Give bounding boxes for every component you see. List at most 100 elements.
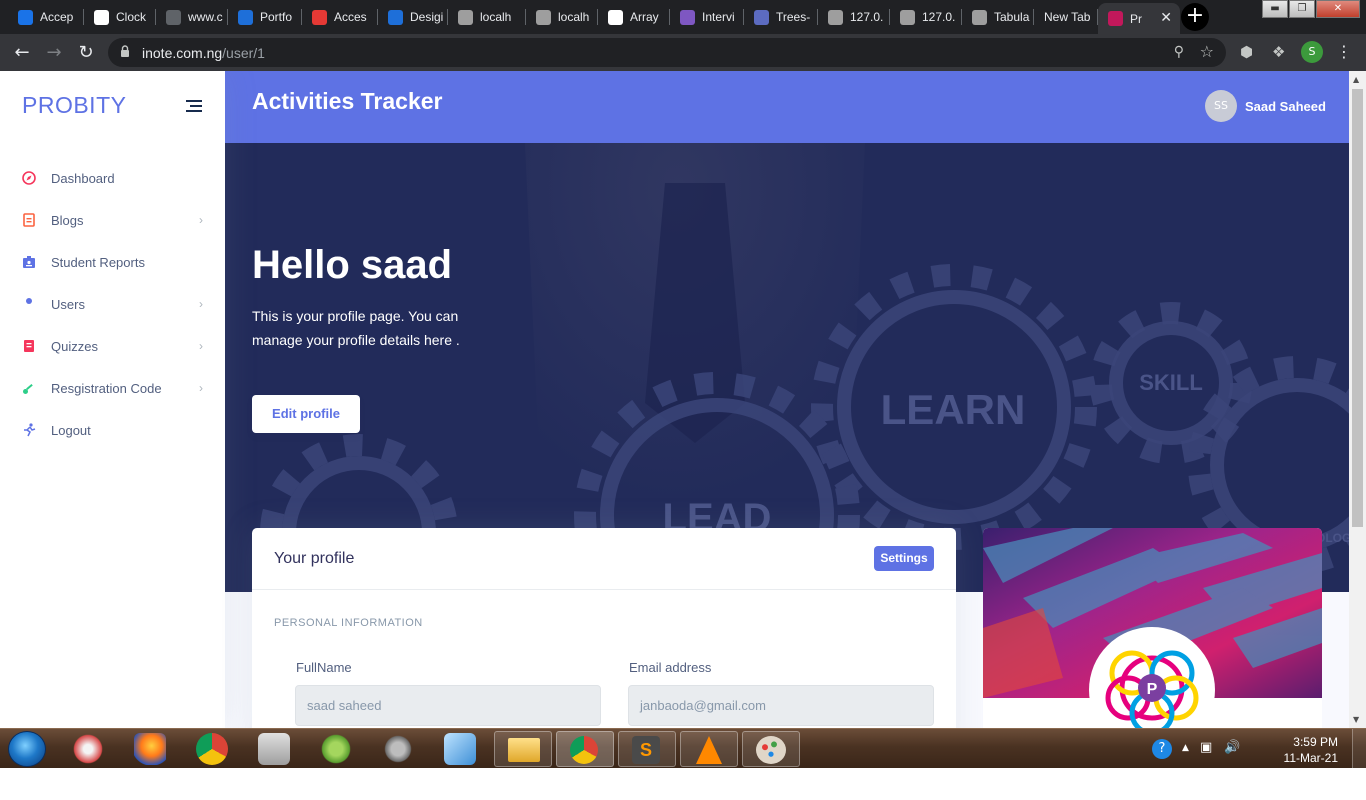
browser-tab[interactable]: 127.0. — [818, 3, 890, 31]
page-scrollbar[interactable]: ▲ ▼ — [1349, 71, 1366, 728]
forward-arrow-icon[interactable]: → — [43, 42, 65, 64]
snipping-tool-icon[interactable] — [72, 733, 104, 765]
start-button[interactable] — [8, 731, 46, 767]
windows-taskbar: S ? ▲ ▣ 🔊 3:59 PM 11-Mar-21 — [0, 728, 1366, 769]
browser-tab[interactable]: Pr ✕ — [1098, 3, 1180, 34]
tab-title: localh — [480, 10, 512, 24]
sidebar-toggle-icon[interactable] — [186, 100, 202, 115]
show-desktop-button[interactable] — [1352, 729, 1366, 769]
tab-favicon-icon — [166, 9, 181, 25]
bookmark-star-icon[interactable]: ☆ — [1200, 42, 1214, 61]
maximize-button[interactable]: ❐ — [1289, 0, 1315, 18]
tab-title: Portfo — [260, 10, 293, 24]
app-icon-2[interactable] — [320, 733, 352, 765]
browser-tab[interactable]: Desigi — [378, 3, 448, 31]
browser-tab[interactable]: Acces — [302, 3, 378, 31]
sidebar: PROBITY Dashboard Blogs › Student Reports Us… — [0, 71, 225, 728]
tab-favicon-icon — [1108, 11, 1123, 26]
browser-tab[interactable]: New Tab — [1034, 3, 1098, 31]
browser-tab[interactable]: Trees- — [744, 3, 818, 31]
app-icon-4[interactable] — [444, 733, 476, 765]
browser-tab[interactable]: Accep — [8, 3, 84, 31]
app-icon-3[interactable] — [382, 733, 414, 765]
browser-tab[interactable]: 127.0. — [890, 3, 962, 31]
volume-icon[interactable]: 🔊 — [1224, 740, 1240, 755]
sidebar-item-label: Student Reports — [51, 254, 145, 270]
clock-time: 3:59 PM — [1293, 735, 1338, 749]
sidebar-item-blogs[interactable]: Blogs › — [0, 199, 225, 241]
sidebar-nav: Dashboard Blogs › Student Reports Users › Quiz… — [0, 157, 225, 451]
user-name[interactable]: Saad Saheed — [1245, 99, 1326, 114]
tab-title: Intervi — [702, 10, 735, 24]
email-field[interactable]: janbaoda@gmail.com — [628, 685, 934, 726]
vlc-taskbar-button[interactable] — [680, 731, 738, 767]
tab-favicon-icon — [458, 9, 473, 25]
system-tray: ? ▲ ▣ 🔊 3:59 PM 11-Mar-21 — [1136, 729, 1366, 769]
close-window-button[interactable]: ✕ — [1316, 0, 1360, 18]
side-card-logo-letter: P — [1147, 681, 1158, 698]
user-avatar[interactable]: SS — [1205, 90, 1237, 122]
tab-favicon-icon — [828, 9, 843, 25]
sidebar-item-resgistration-code[interactable]: Resgistration Code › — [0, 367, 225, 409]
sidebar-item-users[interactable]: Users › — [0, 283, 225, 325]
scroll-down-arrow-icon[interactable]: ▼ — [1353, 715, 1359, 724]
browser-tab[interactable]: Intervi — [670, 3, 744, 31]
fullname-field[interactable]: saad saheed — [295, 685, 601, 726]
chrome-taskbar-button[interactable] — [556, 731, 614, 767]
tab-title: Tabula — [994, 10, 1030, 24]
key-icon — [22, 381, 36, 395]
firefox-icon[interactable] — [134, 733, 166, 765]
sublime-taskbar-button[interactable]: S — [618, 731, 676, 767]
browser-tab[interactable]: localh — [526, 3, 598, 31]
browser-tab[interactable]: www.c — [156, 3, 228, 31]
tab-favicon-icon — [18, 9, 33, 25]
app-icon-1[interactable] — [258, 733, 290, 765]
browser-tab[interactable]: Portfo — [228, 3, 302, 31]
browser-toolbar: ← → ↻ inote.com.ng/user/1 ⚲ ☆ ⬢ ❖ — [0, 34, 1366, 71]
scrollbar-thumb[interactable] — [1352, 89, 1363, 527]
url-path: /user/1 — [222, 45, 265, 61]
browser-tab[interactable]: Tabula — [962, 3, 1034, 31]
browser-profile-avatar[interactable]: S — [1301, 41, 1323, 63]
scroll-up-arrow-icon[interactable]: ▲ — [1353, 75, 1359, 84]
help-icon[interactable]: ? — [1152, 739, 1172, 759]
browser-menu-icon[interactable]: ⋮ — [1336, 42, 1352, 61]
chevron-right-icon: › — [199, 213, 203, 227]
chrome-icon[interactable] — [196, 733, 228, 765]
network-icon[interactable]: ▣ — [1200, 740, 1212, 755]
hero-greeting: Hello saad — [252, 243, 453, 287]
cover-image: P — [983, 528, 1322, 728]
address-bar[interactable]: inote.com.ng/user/1 ⚲ ☆ — [108, 38, 1226, 67]
back-arrow-icon[interactable]: ← — [11, 42, 33, 64]
paint-taskbar-button[interactable] — [742, 731, 800, 767]
browser-tab[interactable]: Array — [598, 3, 670, 31]
tab-close-icon[interactable]: ✕ — [1160, 9, 1172, 26]
browser-tab[interactable]: localh — [448, 3, 526, 31]
sidebar-item-dashboard[interactable]: Dashboard — [0, 157, 225, 199]
sidebar-item-student-reports[interactable]: Student Reports — [0, 241, 225, 283]
hero-background-image: LEARN SKILL LEAD TECHNOLOGY — [225, 143, 1349, 592]
zoom-icon[interactable]: ⚲ — [1174, 44, 1184, 60]
tab-title: 127.0. — [850, 10, 884, 24]
hero-word-learn: LEARN — [881, 386, 1026, 433]
tab-favicon-icon — [754, 9, 769, 25]
taskbar-clock[interactable]: 3:59 PM 11-Mar-21 — [1284, 734, 1338, 766]
sidebar-item-quizzes[interactable]: Quizzes › — [0, 325, 225, 367]
reload-icon[interactable]: ↻ — [75, 42, 97, 64]
tab-favicon-icon — [680, 9, 695, 25]
tab-title: Pr — [1130, 11, 1142, 26]
extensions-puzzle-icon[interactable]: ❖ — [1272, 43, 1285, 61]
browser-tab[interactable]: Clock — [84, 3, 156, 31]
minimize-button[interactable]: ▬ — [1262, 0, 1288, 18]
new-tab-button[interactable]: + — [1181, 3, 1209, 31]
profile-header: LEARN SKILL LEAD TECHNOLOGY Hello saad T… — [225, 143, 1349, 592]
tray-expand-icon[interactable]: ▲ — [1182, 743, 1189, 753]
brand-logo[interactable]: PROBITY — [22, 92, 126, 119]
chevron-right-icon: › — [199, 297, 203, 311]
file-explorer-taskbar-button[interactable] — [494, 731, 552, 767]
settings-button[interactable]: Settings — [874, 546, 934, 571]
edit-profile-button[interactable]: Edit profile — [252, 395, 360, 433]
extension-cube-icon[interactable]: ⬢ — [1240, 43, 1253, 61]
sidebar-item-label: Dashboard — [51, 170, 115, 186]
sidebar-item-logout[interactable]: Logout — [0, 409, 225, 451]
